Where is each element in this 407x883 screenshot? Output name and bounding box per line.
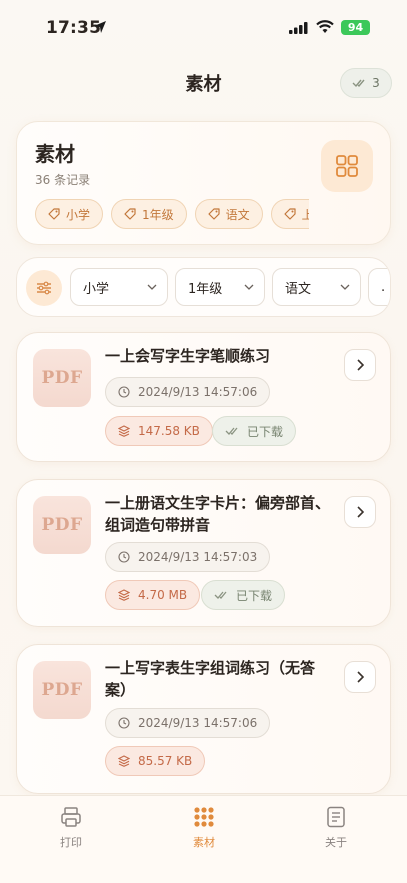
- material-title: 一上册语文生字卡片：偏旁部首、组词造句带拼音: [105, 494, 331, 534]
- time-pill: 2024/9/13 14:57:06: [105, 708, 271, 738]
- header-card: 素材 36 条记录 小学 1年级 语文 上册: [16, 121, 391, 245]
- pdf-thumbnail: PDF: [33, 349, 91, 407]
- chevron-right-icon: [356, 359, 364, 371]
- badge-count: 3: [372, 76, 380, 90]
- downloaded-pill: 已下载: [201, 580, 286, 610]
- tag-chip[interactable]: 小学: [35, 199, 104, 229]
- filter-settings-button[interactable]: [26, 270, 62, 306]
- chevron-right-icon: [356, 506, 364, 518]
- level-select[interactable]: 小学: [70, 268, 168, 306]
- printer-icon: [61, 807, 81, 827]
- subject-select[interactable]: 语文: [272, 268, 361, 306]
- layers-icon: [118, 755, 130, 767]
- double-check-icon: [352, 79, 365, 88]
- material-card[interactable]: PDF 一上写字表生字组词练习（无答案） 2024/9/13 14:57:06 …: [16, 644, 391, 794]
- status-bar: 17:35 94: [0, 0, 407, 56]
- clock-icon: [118, 551, 130, 563]
- open-button[interactable]: [344, 661, 376, 693]
- open-button[interactable]: [344, 496, 376, 528]
- tag-icon: [124, 208, 136, 220]
- tab-about[interactable]: 关于: [296, 804, 376, 850]
- tab-print[interactable]: 打印: [31, 804, 111, 850]
- record-count: 36 条记录: [35, 173, 91, 187]
- tag-list: 小学 1年级 语文 上册: [35, 199, 309, 231]
- chevron-down-icon: [340, 284, 350, 290]
- document-icon: [327, 806, 345, 828]
- chevron-down-icon: [244, 284, 254, 290]
- material-card[interactable]: PDF 一上册语文生字卡片：偏旁部首、组词造句带拼音 2024/9/13 14:…: [16, 479, 391, 627]
- material-title: 一上写字表生字组词练习（无答案）: [105, 659, 316, 699]
- pdf-thumbnail: PDF: [33, 496, 91, 554]
- size-pill: 4.70 MB: [105, 580, 201, 610]
- tag-icon: [284, 208, 296, 220]
- chevron-down-icon: [147, 284, 157, 290]
- clock-icon: [118, 717, 130, 729]
- pdf-thumbnail: PDF: [33, 661, 91, 719]
- material-card[interactable]: PDF 一上会写字生字笔顺练习 2024/9/13 14:57:06 147.5…: [16, 332, 391, 462]
- double-check-icon: [214, 591, 227, 599]
- material-title: 一上会写字生字笔顺练习: [105, 347, 271, 365]
- header-title: 素材: [35, 142, 75, 166]
- layers-icon: [118, 589, 130, 601]
- tag-chip[interactable]: 上册: [270, 199, 309, 229]
- tab-bar: 打印 素材 关于: [0, 795, 407, 883]
- battery-indicator: 94: [341, 20, 370, 35]
- open-button[interactable]: [344, 349, 376, 381]
- location-arrow-icon: [94, 21, 106, 33]
- cellular-signal-icon: [289, 22, 308, 34]
- clock-icon: [118, 386, 130, 398]
- tag-chip[interactable]: 语文: [194, 199, 263, 229]
- wifi-icon: [316, 20, 334, 33]
- grade-select[interactable]: 1年级: [175, 268, 265, 306]
- view-toggle-button[interactable]: [321, 140, 373, 192]
- grid-icon: [336, 155, 358, 177]
- term-select[interactable]: .: [368, 268, 390, 306]
- tag-icon: [48, 208, 60, 220]
- time-pill: 2024/9/13 14:57:03: [105, 542, 271, 572]
- time-pill: 2024/9/13 14:57:06: [105, 377, 271, 407]
- tag-chip[interactable]: 1年级: [111, 199, 187, 229]
- layers-icon: [118, 425, 130, 437]
- tag-icon: [208, 208, 220, 220]
- size-pill: 147.58 KB: [105, 416, 213, 446]
- downloaded-pill: 已下载: [212, 416, 297, 446]
- downloaded-count-badge[interactable]: 3: [340, 68, 392, 98]
- double-check-icon: [225, 427, 238, 435]
- grid-dots-icon: [194, 807, 214, 827]
- size-pill: 85.57 KB: [105, 746, 206, 776]
- chevron-right-icon: [356, 671, 364, 683]
- sliders-icon: [37, 281, 51, 295]
- tab-materials[interactable]: 素材: [164, 804, 244, 850]
- filter-bar: 小学 1年级 语文 .: [16, 257, 391, 317]
